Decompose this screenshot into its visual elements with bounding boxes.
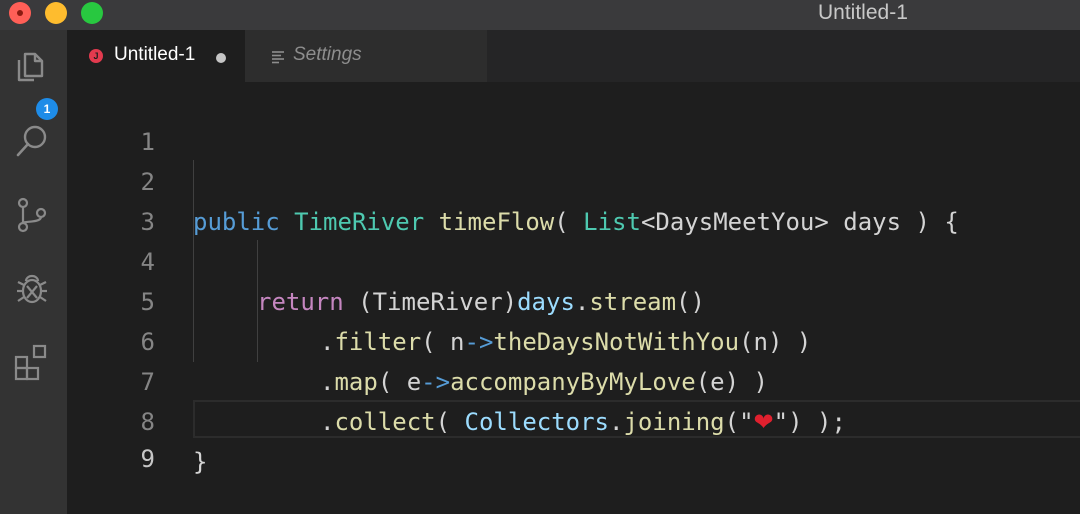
code-line[interactable]: 6 .map( e->accompanyByMyLove(e) ) [67, 282, 1080, 396]
code-line[interactable]: 2 public TimeRiver timeFlow( List<DaysMe… [67, 122, 1080, 236]
code-line[interactable]: 7 .collect( Collectors.joining("❤") ); [67, 322, 1080, 436]
code-line[interactable]: 8 } [67, 362, 1080, 476]
code-line[interactable]: 3 [67, 162, 1080, 236]
code-line[interactable]: 5 .filter( n->theDaysNotWithYou(n) ) [67, 242, 1080, 356]
tab-label: Untitled-1 [114, 44, 196, 65]
window-title: Untitled-1 [818, 1, 908, 24]
close-window-button[interactable] [9, 2, 31, 24]
code-line[interactable]: 1 [67, 82, 1080, 156]
tab-bar: Untitled-1 Settings [67, 30, 1080, 82]
code-editor[interactable]: 1 2 public TimeRiver timeFlow( List<Days… [67, 82, 1080, 514]
files-badge: 1 [36, 98, 58, 120]
code-line-current[interactable]: 9 [67, 399, 1080, 473]
search-icon[interactable] [13, 122, 51, 160]
tab-label: Settings [293, 44, 362, 65]
source-control-icon[interactable] [13, 196, 51, 234]
punctuation-token: } [193, 448, 208, 476]
files-icon[interactable] [13, 48, 51, 86]
title-bar: Untitled-1 [0, 0, 1080, 31]
maximize-window-button[interactable] [81, 2, 103, 24]
unsaved-dot-icon[interactable] [216, 53, 226, 63]
minimize-window-button[interactable] [45, 2, 67, 24]
activity-bar: 1 [0, 30, 67, 514]
code-line[interactable]: 4 return (TimeRiver)days.stream() [67, 202, 1080, 316]
extensions-icon[interactable] [13, 343, 51, 381]
tab-settings[interactable]: Settings [245, 30, 487, 82]
code-text: } [193, 442, 207, 482]
editor-window: Untitled-1 1 J Untitled-1 Settings 1 2 p… [0, 0, 1080, 514]
java-file-icon [89, 49, 103, 63]
tab-untitled-1[interactable]: Untitled-1 [67, 30, 245, 82]
settings-lines-icon [271, 49, 285, 64]
line-number: 9 [140, 445, 155, 473]
debug-icon[interactable] [13, 270, 51, 308]
